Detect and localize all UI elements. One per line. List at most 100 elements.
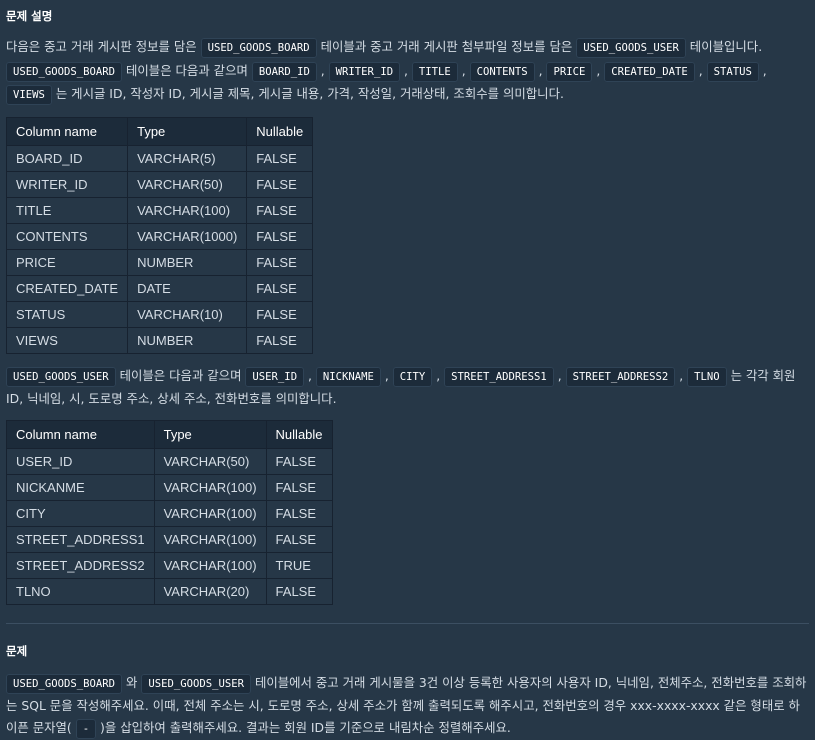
column-code: CONTENTS <box>470 62 535 82</box>
column-code: TITLE <box>412 62 458 82</box>
user-intro-paragraph: USED_GOODS_USER 테이블은 다음과 같으며 USER_ID , N… <box>6 365 809 410</box>
table-header-row: Column nameTypeNullable <box>7 420 333 448</box>
column-header: Nullable <box>247 117 313 145</box>
table-cell: FALSE <box>266 500 332 526</box>
table-row: STREET_ADDRESS2VARCHAR(100)TRUE <box>7 552 333 578</box>
column-header: Column name <box>7 420 155 448</box>
intro-text: 테이블입니다. <box>686 39 762 54</box>
code-used-goods-board: USED_GOODS_BOARD <box>6 62 122 82</box>
section-heading-description: 문제 설명 <box>6 0 809 23</box>
table-cell: BOARD_ID <box>7 145 128 171</box>
table-cell: VARCHAR(1000) <box>128 223 247 249</box>
table-cell: FALSE <box>247 171 313 197</box>
intro-text: 테이블은 다음과 같으며 <box>116 368 246 383</box>
table-cell: DATE <box>128 275 247 301</box>
column-code: VIEWS <box>6 85 52 105</box>
column-header: Type <box>154 420 266 448</box>
code-used-goods-user: USED_GOODS_USER <box>141 674 251 694</box>
intro-text: 테이블은 다음과 같으며 <box>122 63 252 78</box>
table-cell: FALSE <box>247 301 313 327</box>
table-cell: STREET_ADDRESS1 <box>7 526 155 552</box>
table-cell: TLNO <box>7 578 155 604</box>
code-used-goods-board: USED_GOODS_BOARD <box>201 38 317 58</box>
table-cell: FALSE <box>247 197 313 223</box>
table-cell: WRITER_ID <box>7 171 128 197</box>
intro-paragraph: 다음은 중고 거래 게시판 정보를 담은 USED_GOODS_BOARD 테이… <box>6 36 809 107</box>
table-cell: FALSE <box>266 448 332 474</box>
table-cell: FALSE <box>247 249 313 275</box>
table-cell: FALSE <box>266 578 332 604</box>
table-cell: VARCHAR(5) <box>128 145 247 171</box>
column-code: BOARD_ID <box>252 62 317 82</box>
table-cell: VARCHAR(100) <box>128 197 247 223</box>
table-cell: VARCHAR(100) <box>154 526 266 552</box>
table-cell: FALSE <box>247 275 313 301</box>
table-row: USER_IDVARCHAR(50)FALSE <box>7 448 333 474</box>
table-row: WRITER_IDVARCHAR(50)FALSE <box>7 171 313 197</box>
column-code: CITY <box>393 367 433 387</box>
column-code: STATUS <box>707 62 759 82</box>
table-row: CONTENTSVARCHAR(1000)FALSE <box>7 223 313 249</box>
table-cell: NUMBER <box>128 327 247 353</box>
table-cell: STREET_ADDRESS2 <box>7 552 155 578</box>
code-used-goods-board: USED_GOODS_BOARD <box>6 674 122 694</box>
table-cell: NUMBER <box>128 249 247 275</box>
table-row: VIEWSNUMBERFALSE <box>7 327 313 353</box>
table-row: PRICENUMBERFALSE <box>7 249 313 275</box>
used-goods-board-table: Column nameTypeNullable BOARD_IDVARCHAR(… <box>6 117 313 354</box>
table-row: STREET_ADDRESS1VARCHAR(100)FALSE <box>7 526 333 552</box>
column-header: Column name <box>7 117 128 145</box>
table-cell: VARCHAR(10) <box>128 301 247 327</box>
table-cell: VARCHAR(100) <box>154 474 266 500</box>
column-header: Type <box>128 117 247 145</box>
column-code: STREET_ADDRESS2 <box>566 367 676 387</box>
table-row: BOARD_IDVARCHAR(5)FALSE <box>7 145 313 171</box>
table-cell: CREATED_DATE <box>7 275 128 301</box>
table-row: TLNOVARCHAR(20)FALSE <box>7 578 333 604</box>
problem-text: )을 삽입하여 출력해주세요. 결과는 회원 ID를 기준으로 내림차순 정렬해… <box>96 720 511 735</box>
table-cell: VARCHAR(100) <box>154 552 266 578</box>
table-cell: FALSE <box>247 223 313 249</box>
table-cell: USER_ID <box>7 448 155 474</box>
table-cell: VIEWS <box>7 327 128 353</box>
table-cell: TRUE <box>266 552 332 578</box>
table-row: STATUSVARCHAR(10)FALSE <box>7 301 313 327</box>
column-header: Nullable <box>266 420 332 448</box>
table-cell: NICKANME <box>7 474 155 500</box>
table-header-row: Column nameTypeNullable <box>7 117 313 145</box>
table-cell: STATUS <box>7 301 128 327</box>
code-used-goods-user: USED_GOODS_USER <box>6 367 116 387</box>
intro-text: 테이블과 중고 거래 게시판 첨부파일 정보를 담은 <box>317 39 577 54</box>
table-cell: PRICE <box>7 249 128 275</box>
table-cell: FALSE <box>247 327 313 353</box>
code-used-goods-user: USED_GOODS_USER <box>576 38 686 58</box>
column-code: WRITER_ID <box>329 62 400 82</box>
table-row: CITYVARCHAR(100)FALSE <box>7 500 333 526</box>
table-cell: FALSE <box>266 474 332 500</box>
table-cell: TITLE <box>7 197 128 223</box>
table-row: NICKANMEVARCHAR(100)FALSE <box>7 474 333 500</box>
section-heading-problem: 문제 <box>6 624 809 658</box>
intro-text: 는 게시글 ID, 작성자 ID, 게시글 제목, 게시글 내용, 가격, 작성… <box>52 86 564 101</box>
column-code: TLNO <box>687 367 727 387</box>
problem-page: 문제 설명 다음은 중고 거래 게시판 정보를 담은 USED_GOODS_BO… <box>0 0 815 740</box>
table-cell: VARCHAR(100) <box>154 500 266 526</box>
column-code: STREET_ADDRESS1 <box>444 367 554 387</box>
problem-paragraph: USED_GOODS_BOARD 와 USED_GOODS_USER 테이블에서… <box>6 672 809 740</box>
table-cell: FALSE <box>266 526 332 552</box>
table-cell: FALSE <box>247 145 313 171</box>
user-column-list: USER_ID , NICKNAME , CITY , STREET_ADDRE… <box>245 368 726 383</box>
problem-text: 와 <box>122 675 141 690</box>
table-row: TITLEVARCHAR(100)FALSE <box>7 197 313 223</box>
intro-text: 다음은 중고 거래 게시판 정보를 담은 <box>6 39 201 54</box>
table-row: CREATED_DATEDATEFALSE <box>7 275 313 301</box>
code-hyphen: - <box>76 719 96 739</box>
table-cell: CONTENTS <box>7 223 128 249</box>
used-goods-user-table: Column nameTypeNullable USER_IDVARCHAR(5… <box>6 420 333 605</box>
column-code: USER_ID <box>245 367 304 387</box>
table-cell: VARCHAR(50) <box>154 448 266 474</box>
column-code: PRICE <box>546 62 592 82</box>
column-code: NICKNAME <box>316 367 381 387</box>
table-cell: VARCHAR(50) <box>128 171 247 197</box>
table-cell: VARCHAR(20) <box>154 578 266 604</box>
